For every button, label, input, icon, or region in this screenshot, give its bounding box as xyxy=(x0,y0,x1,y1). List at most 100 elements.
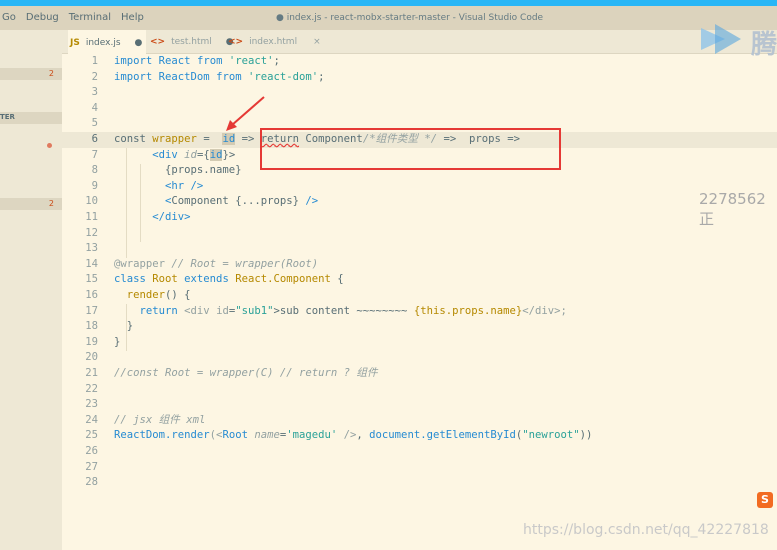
code-token: ReactDom xyxy=(158,70,217,83)
code-line[interactable]: 9 <hr /> xyxy=(62,179,777,195)
code-line[interactable]: 24 // jsx 组件 xml xyxy=(62,413,777,429)
code-text: <Component {...props} /> xyxy=(114,194,318,210)
code-line[interactable]: 20 xyxy=(62,350,777,366)
code-text: import ReactDom from 'react-dom'; xyxy=(114,70,325,86)
tab-label: test.html xyxy=(171,37,212,47)
code-token: @wrapper xyxy=(114,257,166,270)
line-number: 26 xyxy=(85,445,98,457)
tencent-video-logo-icon xyxy=(701,24,741,54)
code-token: from xyxy=(196,55,229,67)
code-line[interactable]: 10 <Component {...props} /> xyxy=(62,194,777,210)
code-token: ={ xyxy=(196,148,210,161)
menu-bar: Go Debug Terminal Help xyxy=(2,12,144,23)
user-id-watermark: 2278562正 xyxy=(699,190,766,228)
line-number: 24 xyxy=(85,413,98,426)
code-text: return <div id="sub1">sub content ~~~~~~… xyxy=(114,304,567,320)
menu-help[interactable]: Help xyxy=(121,12,144,23)
tab-test-html[interactable]: <> test.html ● xyxy=(148,30,234,54)
code-token: < xyxy=(114,195,172,208)
problem-count-badge: 2 xyxy=(48,69,54,78)
code-token: ; xyxy=(318,70,325,83)
code-line[interactable]: 21 //const Root = wrapper(C) // return ? … xyxy=(62,366,777,382)
sidebar-section-label: TER xyxy=(0,113,15,121)
sidebar-item-selected[interactable]: 2 xyxy=(0,68,62,80)
code-line[interactable]: 18 } xyxy=(62,319,777,335)
editor-tab-bar: JS index.js ● <> test.html ● <> index.ht… xyxy=(62,30,777,55)
code-text: } xyxy=(114,319,133,335)
line-number: 23 xyxy=(85,398,98,411)
code-token: { xyxy=(330,273,344,286)
line-number: 2 xyxy=(91,70,98,83)
sidebar-section-header[interactable]: TER xyxy=(0,112,62,124)
code-token: name xyxy=(254,429,280,442)
tab-label: index.html xyxy=(249,37,298,47)
code-token: /> xyxy=(305,195,319,208)
code-token: React xyxy=(158,55,197,67)
code-token: , xyxy=(356,429,370,442)
code-line[interactable]: 26 xyxy=(62,444,777,460)
code-token: import xyxy=(114,55,159,67)
code-text: </div> xyxy=(114,210,190,226)
code-line[interactable]: 12 xyxy=(62,226,777,242)
line-number: 27 xyxy=(85,460,98,473)
code-line[interactable]: 23 xyxy=(62,397,777,413)
code-token: )) xyxy=(579,429,593,442)
line-number: 25 xyxy=(85,429,98,442)
code-text: @wrapper // Root = wrapper(Root) xyxy=(114,257,318,273)
code-line[interactable]: 1 import React from 'react'; xyxy=(62,54,777,70)
js-file-icon: JS xyxy=(70,37,80,48)
code-token: extends xyxy=(184,273,236,286)
tab-index-js[interactable]: JS index.js ● xyxy=(68,30,146,55)
code-token: {...props} xyxy=(228,195,306,208)
sidebar-item-selected-2[interactable]: 2 xyxy=(0,198,62,210)
code-line[interactable]: 4 xyxy=(62,101,777,117)
code-line[interactable]: 14 @wrapper // Root = wrapper(Root) xyxy=(62,257,777,273)
code-token: id xyxy=(184,148,197,161)
code-line[interactable]: 2 import ReactDom from 'react-dom'; xyxy=(62,70,777,86)
code-token: Root xyxy=(152,273,185,286)
annotation-highlight-box xyxy=(260,128,561,170)
line-number: 17 xyxy=(85,304,98,317)
code-token: 'magedu' xyxy=(286,429,338,442)
menu-go[interactable]: Go xyxy=(2,12,16,23)
code-line[interactable]: 13 xyxy=(62,241,777,257)
sogou-input-icon[interactable]: S xyxy=(757,492,773,508)
line-number: 5 xyxy=(91,117,98,130)
code-token: id xyxy=(216,304,229,317)
line-number: 12 xyxy=(85,226,98,239)
code-token: from xyxy=(216,70,248,83)
code-line[interactable]: 15 class Root extends React.Component { xyxy=(62,272,777,288)
problem-count-badge-2: 2 xyxy=(48,199,54,208)
code-token: const xyxy=(114,133,153,145)
code-token: id xyxy=(209,148,223,161)
line-number: 15 xyxy=(85,273,98,286)
close-icon[interactable]: × xyxy=(313,37,321,47)
code-line[interactable]: 25 ReactDom.render(<Root name='magedu' />… xyxy=(62,428,777,444)
code-line[interactable]: 16 render() { xyxy=(62,288,777,304)
line-number: 3 xyxy=(91,86,98,99)
code-line[interactable]: 28 xyxy=(62,475,777,491)
logo-watermark-text: 腾 xyxy=(751,30,777,60)
code-line[interactable]: 19} xyxy=(62,335,777,351)
code-token: </div>; xyxy=(522,304,567,317)
line-number: 6 xyxy=(91,133,98,145)
code-token: }> xyxy=(222,148,236,161)
code-token: "sub1" xyxy=(235,304,274,317)
line-number: 14 xyxy=(85,257,98,270)
tab-index-html[interactable]: <> index.html × xyxy=(226,30,321,54)
code-line[interactable]: 17 return <div id="sub1">sub content ~~~… xyxy=(62,304,777,320)
code-line[interactable]: 3 xyxy=(62,85,777,101)
line-number: 19 xyxy=(85,335,98,348)
code-line[interactable]: 27 xyxy=(62,460,777,476)
code-token: <hr /> xyxy=(114,179,204,192)
line-number: 20 xyxy=(85,351,98,364)
menu-terminal[interactable]: Terminal xyxy=(69,12,111,23)
menu-debug[interactable]: Debug xyxy=(26,12,59,23)
code-line[interactable]: 11 </div> xyxy=(62,210,777,226)
code-token: >sub content ~~~~~~~~ xyxy=(273,304,414,317)
code-line[interactable]: 22 xyxy=(62,382,777,398)
code-token: "newroot" xyxy=(522,429,580,442)
window-title: ● index.js - react-mobx-starter-master -… xyxy=(276,13,544,23)
unsaved-dot-icon[interactable]: ● xyxy=(135,38,143,48)
code-text: class Root extends React.Component { xyxy=(114,272,344,288)
